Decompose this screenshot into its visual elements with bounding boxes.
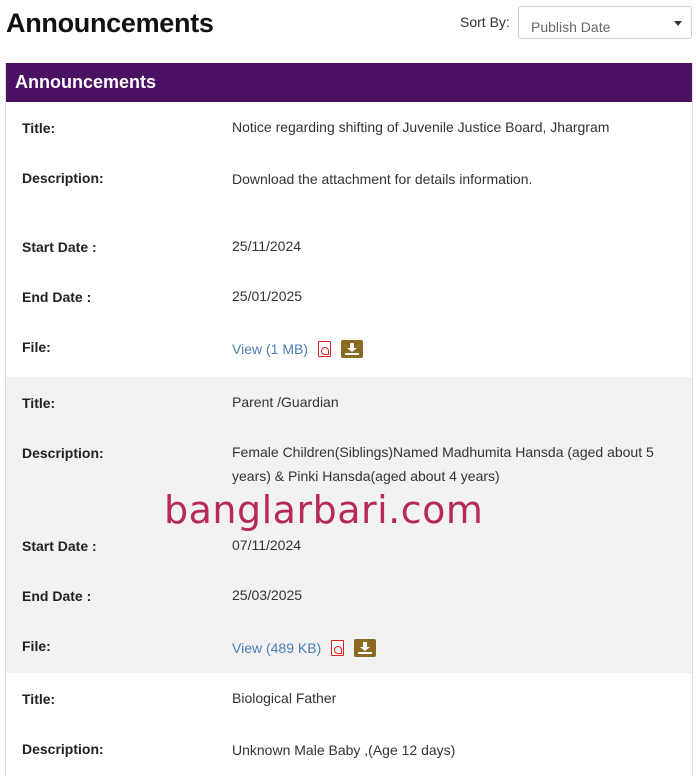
announcement-description: Unknown Male Baby ,(Age 12 days) [232,742,456,758]
description-label: Description: [22,170,104,186]
title-label: Title: [22,691,56,707]
file-cell: View (489 KB) [232,635,678,660]
start-date-value: 25/11/2024 [232,238,302,254]
view-file-link[interactable]: View (489 KB) [232,640,321,656]
announcement-description: Download the attachment for details info… [232,171,533,187]
announcement-title: Parent /Guardian [232,394,339,410]
description-label: Description: [22,741,104,757]
watermark-text: banglarbari.com [164,488,484,532]
page-title: Announcements [6,8,214,38]
panel-header: Announcements [6,63,692,102]
title-label: Title: [22,395,56,411]
file-label: File: [22,339,51,355]
title-label: Title: [22,120,56,136]
sort-label: Sort By: [460,14,510,30]
start-date-label: Start Date : [22,538,97,554]
file-cell: View (1 MB) [232,336,678,361]
sort-selected-value: Publish Date [531,19,611,35]
announcement-title: Biological Father [232,690,337,706]
announcement-item: Title: Notice regarding shifting of Juve… [6,102,692,377]
sort-select[interactable]: Publish Date [518,6,692,39]
download-icon[interactable] [340,340,363,358]
announcements-panel: Announcements Title: Notice regarding sh… [5,63,693,776]
chevron-down-icon [674,21,682,26]
pdf-icon[interactable] [317,341,331,357]
download-icon[interactable] [354,639,377,657]
pdf-icon[interactable] [331,640,345,656]
end-date-label: End Date : [22,289,92,305]
announcement-item: Title: Biological Father Description: Un… [6,673,692,776]
view-file-link[interactable]: View (1 MB) [232,341,308,357]
top-bar: Announcements Sort By: Publish Date [0,0,696,48]
start-date-label: Start Date : [22,239,97,255]
file-label: File: [22,638,51,654]
description-label: Description: [22,445,104,461]
announcement-description: Female Children(Siblings)Named Madhumita… [232,444,654,484]
end-date-value: 25/03/2025 [232,587,303,603]
end-date-label: End Date : [22,588,92,604]
start-date-value: 07/11/2024 [232,537,302,553]
announcement-title: Notice regarding shifting of Juvenile Ju… [232,119,610,135]
end-date-value: 25/01/2025 [232,288,303,304]
